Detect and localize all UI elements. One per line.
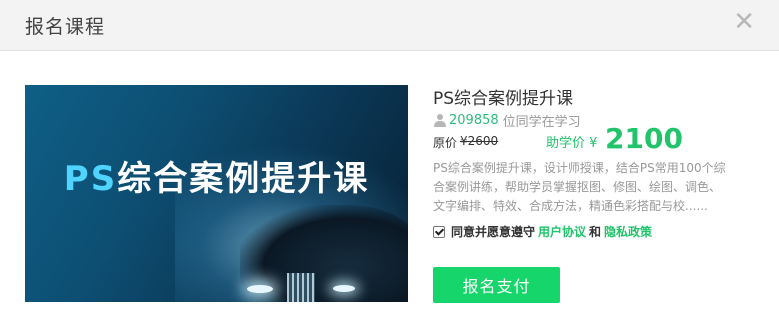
help-price: 2100	[605, 122, 683, 155]
dialog-header: 报名课程 ✕	[0, 0, 779, 51]
car-headlight-right	[333, 285, 355, 292]
course-title: PS综合案例提升课	[433, 89, 574, 109]
agreement-text: 同意并愿意遵守	[451, 225, 536, 239]
course-info: PS综合案例提升课 209858 位同学在学习 原价 ¥2600 助学价 ¥ 2…	[433, 84, 733, 240]
learner-row: 209858 位同学在学习	[433, 110, 733, 130]
original-price: ¥2600	[460, 134, 499, 148]
car-grille	[287, 273, 315, 302]
course-description: PS综合案例提升课，设计师授课，结合PS常用100个综合案例讲练，帮助学员掌握抠…	[433, 161, 726, 213]
course-banner-image: PS综合案例提升课	[25, 85, 408, 302]
privacy-policy-link[interactable]: 隐私政策	[604, 223, 652, 240]
enroll-dialog: 报名课程 ✕ PS综合案例提升课 PS综合案例提升课 209858 位同学在学习…	[0, 0, 779, 322]
help-price-label: 助学价 ¥	[546, 136, 598, 151]
user-icon	[434, 114, 446, 127]
checkbox-icon[interactable]	[433, 225, 445, 238]
agreement-row: 同意并愿意遵守 用户协议 和 隐私政策	[433, 223, 733, 240]
agreement-and: 和	[589, 225, 602, 239]
learner-count: 209858	[449, 112, 499, 128]
original-price-label: 原价	[433, 136, 458, 150]
pay-button[interactable]: 报名支付	[433, 267, 560, 303]
banner-title-prefix: PS	[63, 159, 118, 199]
car-headlight-left	[247, 285, 273, 293]
banner-title-rest: 综合案例提升课	[117, 159, 370, 199]
learner-text: 位同学在学习	[502, 114, 581, 130]
user-agreement-link[interactable]: 用户协议	[538, 223, 586, 240]
dialog-title: 报名课程	[25, 16, 106, 38]
banner-title: PS综合案例提升课	[25, 151, 408, 200]
price-row: 原价 ¥2600 助学价 ¥ 2100	[433, 122, 733, 155]
close-icon[interactable]: ✕	[733, 9, 755, 35]
